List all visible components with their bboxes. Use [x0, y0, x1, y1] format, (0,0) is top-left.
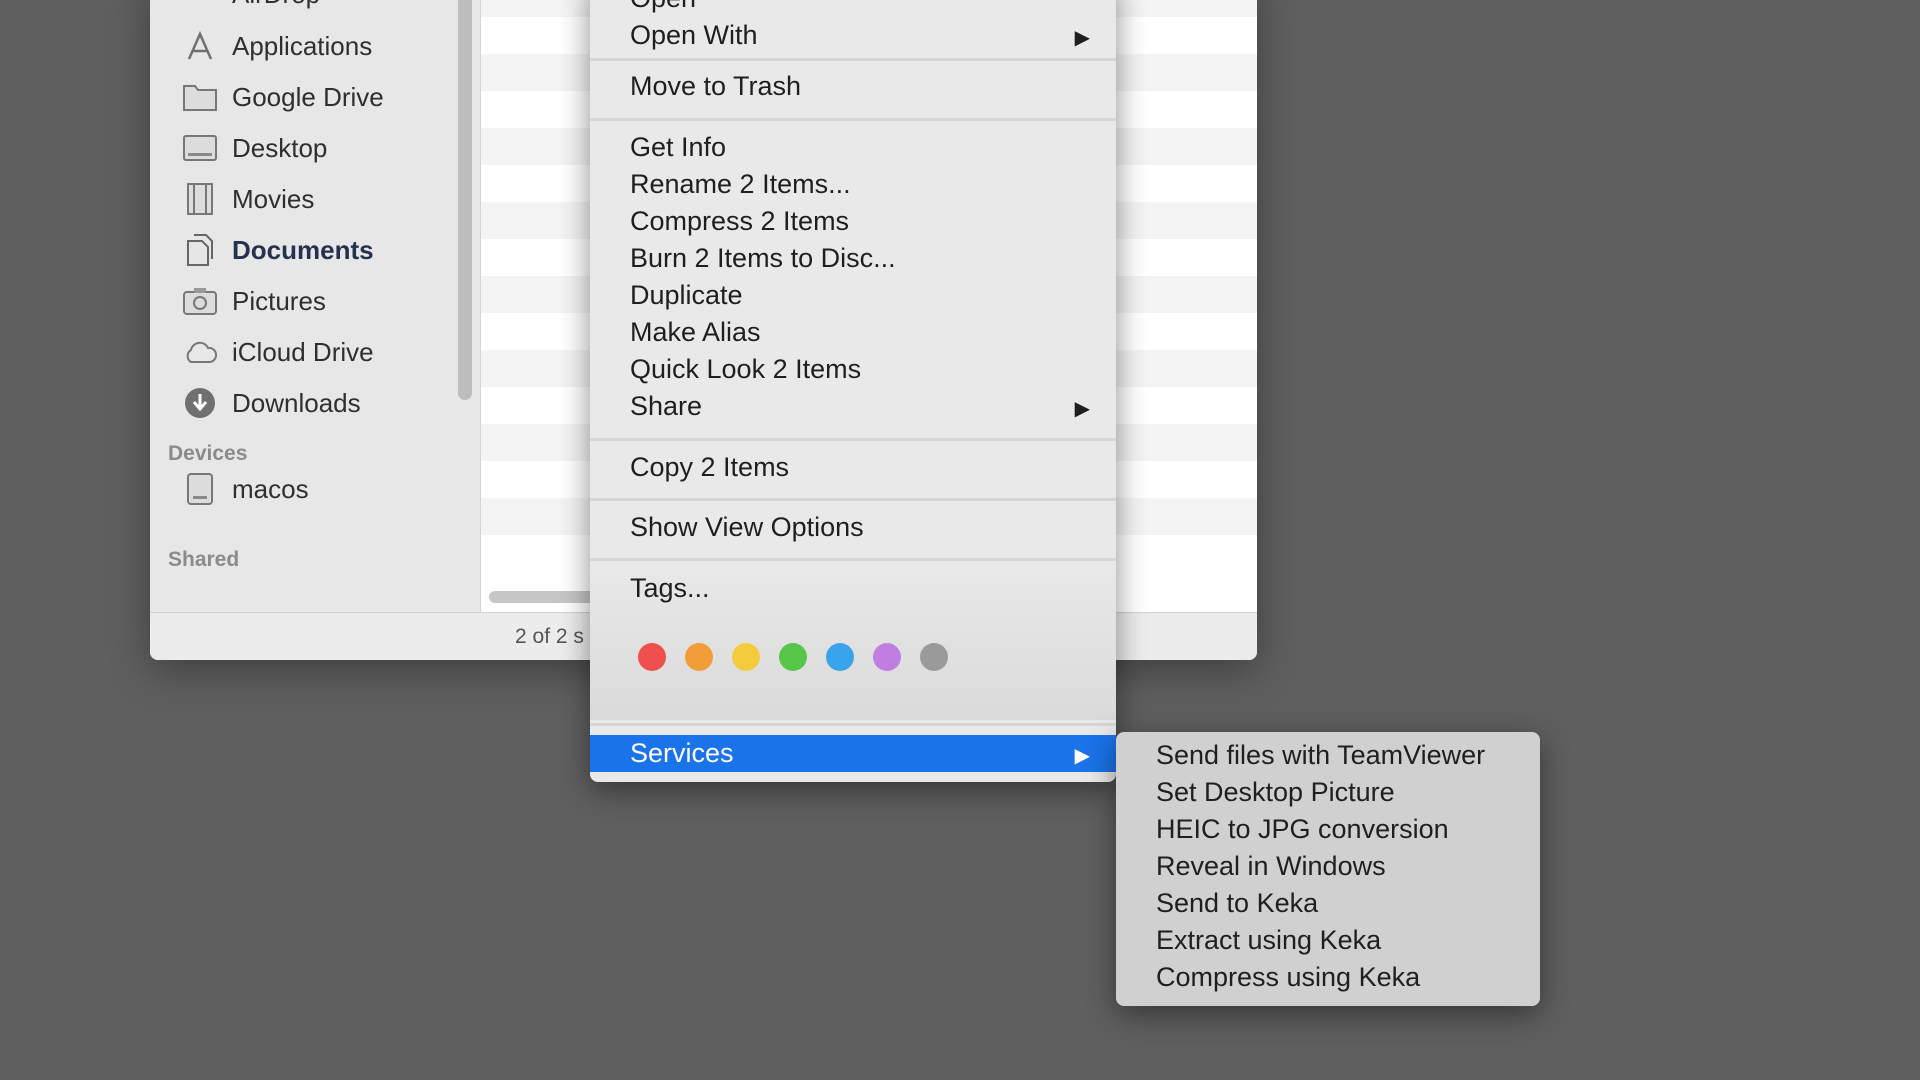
sidebar-item-movies[interactable]: Movies — [182, 177, 472, 221]
tag-orange-dot[interactable] — [685, 643, 713, 671]
desktop-icon — [182, 130, 218, 166]
tag-green-dot[interactable] — [779, 643, 807, 671]
submenu-item-extract-keka[interactable]: Extract using Keka — [1156, 922, 1381, 959]
menu-separator — [590, 723, 1116, 726]
sidebar-item-label: AirDrop — [232, 0, 320, 10]
disk-icon — [182, 471, 218, 507]
tag-red-dot[interactable] — [638, 643, 666, 671]
menu-separator — [590, 558, 1116, 561]
sidebar-item-label: macos — [232, 473, 309, 504]
menu-item-label: Rename 2 Items... — [630, 169, 851, 199]
sidebar-item-downloads[interactable]: Downloads — [182, 381, 472, 425]
sidebar-item-label: Downloads — [232, 387, 361, 418]
menu-item-get-info[interactable]: Get Info — [590, 129, 1116, 166]
menu-item-make-alias[interactable]: Make Alias — [590, 314, 1116, 351]
documents-icon — [182, 232, 218, 268]
menu-item-show-view-options[interactable]: Show View Options — [590, 509, 1116, 546]
airdrop-icon — [182, 0, 218, 12]
folder-icon — [182, 79, 218, 115]
shared-heading: Shared — [168, 548, 240, 571]
submenu-arrow-icon: ▶ — [1074, 27, 1090, 49]
tag-yellow-dot[interactable] — [732, 643, 760, 671]
tag-purple-dot[interactable] — [873, 643, 901, 671]
sidebar: AirDrop Applications Google Drive Deskto… — [150, 0, 481, 612]
applications-icon — [182, 28, 218, 64]
sidebar-item-label: Pictures — [232, 285, 326, 316]
context-menu: Open Open With ▶ Move to Trash Get Info … — [590, 0, 1116, 782]
sidebar-item-label: Google Drive — [232, 81, 384, 112]
status-text: 2 of 2 s — [515, 625, 584, 648]
submenu-arrow-icon: ▶ — [1074, 745, 1090, 767]
sidebar-item-applications[interactable]: Applications — [182, 24, 472, 68]
sidebar-item-label: iCloud Drive — [232, 336, 374, 367]
menu-item-duplicate[interactable]: Duplicate — [590, 277, 1116, 314]
sidebar-scrollbar[interactable] — [458, 0, 472, 400]
menu-item-open[interactable]: Open — [590, 0, 1116, 17]
menu-item-label: Tags... — [630, 573, 710, 603]
menu-item-label: Burn 2 Items to Disc... — [630, 243, 896, 273]
submenu-item-heic-to-jpg[interactable]: HEIC to JPG conversion — [1156, 811, 1449, 848]
sidebar-item-label: Documents — [232, 234, 374, 265]
menu-item-rename[interactable]: Rename 2 Items... — [590, 166, 1116, 203]
menu-separator — [590, 58, 1116, 61]
menu-item-label: Get Info — [630, 132, 727, 162]
tag-gray-dot[interactable] — [920, 643, 948, 671]
sidebar-item-airdrop[interactable]: AirDrop — [182, 0, 472, 16]
menu-item-label: Copy 2 Items — [630, 452, 790, 482]
menu-item-label: Compress 2 Items — [630, 206, 850, 236]
submenu-item-send-to-keka[interactable]: Send to Keka — [1156, 885, 1318, 922]
camera-icon — [182, 283, 218, 319]
menu-item-tags[interactable]: Tags... — [590, 570, 1116, 607]
menu-item-copy[interactable]: Copy 2 Items — [590, 449, 1116, 486]
submenu-arrow-icon: ▶ — [1074, 398, 1090, 420]
menu-item-move-to-trash[interactable]: Move to Trash — [590, 68, 1116, 105]
menu-separator — [590, 438, 1116, 441]
menu-item-compress[interactable]: Compress 2 Items — [590, 203, 1116, 240]
sidebar-item-desktop[interactable]: Desktop — [182, 126, 472, 170]
submenu-item-set-desktop-picture[interactable]: Set Desktop Picture — [1156, 774, 1395, 811]
sidebar-item-macos[interactable]: macos — [182, 467, 472, 511]
submenu-item-reveal-in-windows[interactable]: Reveal in Windows — [1156, 848, 1386, 885]
menu-item-share[interactable]: Share ▶ — [590, 388, 1116, 425]
submenu-item-compress-keka[interactable]: Compress using Keka — [1156, 959, 1420, 996]
tag-color-row — [638, 643, 967, 671]
menu-item-open-with[interactable]: Open With ▶ — [590, 17, 1116, 54]
menu-separator — [590, 498, 1116, 501]
devices-heading: Devices — [168, 442, 248, 465]
menu-item-label: Move to Trash — [630, 71, 802, 101]
sidebar-item-label: Desktop — [232, 132, 328, 163]
movies-icon — [182, 181, 218, 217]
tag-blue-dot[interactable] — [826, 643, 854, 671]
download-icon — [182, 385, 218, 421]
submenu-item-send-teamviewer[interactable]: Send files with TeamViewer — [1156, 737, 1485, 774]
sidebar-item-pictures[interactable]: Pictures — [182, 279, 472, 323]
menu-item-label: Quick Look 2 Items — [630, 354, 862, 384]
sidebar-item-label: Applications — [232, 30, 373, 61]
sidebar-item-documents[interactable]: Documents — [182, 228, 472, 272]
cloud-icon — [182, 334, 218, 370]
services-submenu: Send files with TeamViewer Set Desktop P… — [1116, 732, 1540, 1006]
menu-item-label: Make Alias — [630, 317, 761, 347]
sidebar-item-google-drive[interactable]: Google Drive — [182, 75, 472, 119]
menu-item-label: Show View Options — [630, 512, 864, 542]
menu-item-quick-look[interactable]: Quick Look 2 Items — [590, 351, 1116, 388]
menu-item-burn[interactable]: Burn 2 Items to Disc... — [590, 240, 1116, 277]
sidebar-item-icloud-drive[interactable]: iCloud Drive — [182, 330, 472, 374]
menu-item-services[interactable]: Services ▶ — [590, 735, 1116, 772]
menu-separator — [590, 118, 1116, 121]
menu-item-label: Open With — [630, 20, 758, 50]
sidebar-item-label: Movies — [232, 183, 315, 214]
menu-item-label: Duplicate — [630, 280, 743, 310]
menu-item-label: Share — [630, 391, 703, 421]
menu-item-label: Open — [630, 0, 696, 14]
menu-item-label: Services — [630, 738, 734, 768]
